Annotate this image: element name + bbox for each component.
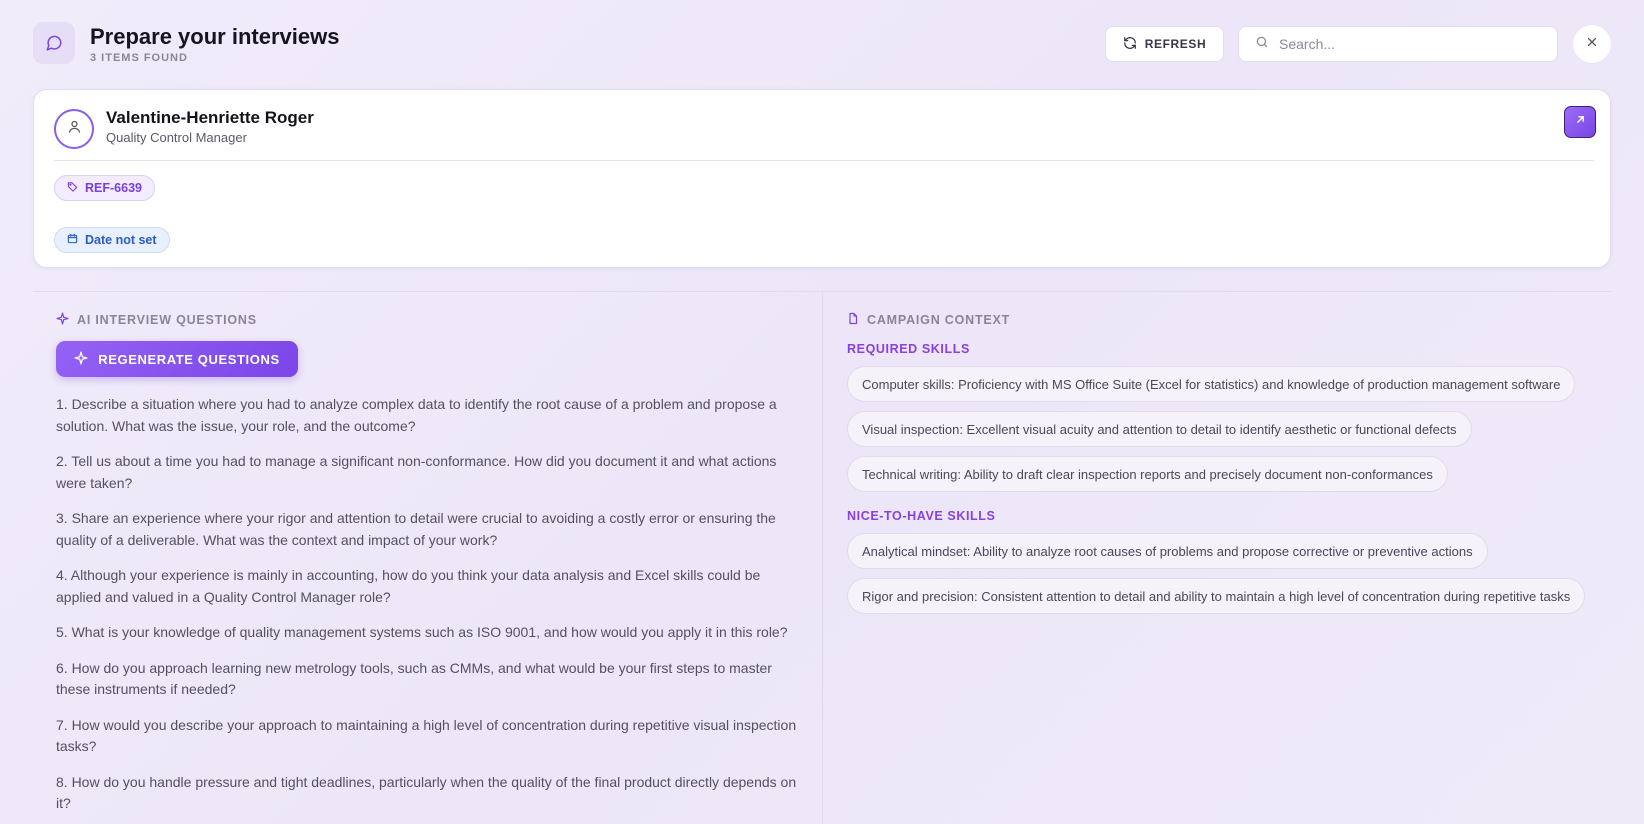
refresh-button[interactable]: REFRESH xyxy=(1105,26,1224,62)
close-button[interactable] xyxy=(1572,24,1612,64)
chat-bubble-icon xyxy=(33,22,75,64)
nice-skill-pill: Rigor and precision: Consistent attentio… xyxy=(847,578,1586,614)
user-icon xyxy=(67,119,82,139)
avatar xyxy=(54,109,94,149)
question-item: 2. Tell us about a time you had to manag… xyxy=(56,453,777,491)
calendar-icon xyxy=(67,233,78,247)
candidate-name: Valentine-Henriette Roger xyxy=(106,108,314,127)
search-icon xyxy=(1255,35,1269,54)
sparkle-icon xyxy=(74,351,88,368)
sparkle-icon xyxy=(56,312,69,328)
required-skill-pill: Visual inspection: Excellent visual acui… xyxy=(847,411,1472,447)
candidate-role: Quality Control Manager xyxy=(106,130,247,145)
date-label: Date not set xyxy=(85,233,157,247)
regenerate-questions-button[interactable]: REGENERATE QUESTIONS xyxy=(56,341,298,377)
refresh-label: REFRESH xyxy=(1144,37,1207,51)
search-input[interactable] xyxy=(1279,36,1539,52)
question-item: 7. How would you describe your approach … xyxy=(56,716,797,755)
open-candidate-button[interactable] xyxy=(1564,106,1596,138)
close-icon xyxy=(1585,35,1599,54)
candidate-card: Valentine-Henriette Roger Quality Contro… xyxy=(33,89,1611,268)
header: Prepare your interviews 3 ITEMS FOUND RE… xyxy=(0,0,1644,88)
page-title: Prepare your interviews xyxy=(90,24,340,49)
required-skill-pill: Technical writing: Ability to draft clea… xyxy=(847,456,1448,492)
questions-heading-label: AI INTERVIEW QUESTIONS xyxy=(77,313,257,327)
arrow-up-right-icon xyxy=(1574,113,1587,131)
column-divider xyxy=(822,292,823,824)
document-icon xyxy=(847,312,859,328)
regenerate-label: REGENERATE QUESTIONS xyxy=(98,351,280,367)
ref-label: REF-6639 xyxy=(85,181,142,195)
question-item: 4. Although your experience is mainly in… xyxy=(56,567,761,605)
search-box[interactable] xyxy=(1238,26,1558,62)
card-divider xyxy=(54,160,1594,161)
nice-skill-pill: Analytical mindset: Ability to analyze r… xyxy=(847,533,1488,569)
ref-badge: REF-6639 xyxy=(54,175,155,201)
campaign-heading-label: CAMPAIGN CONTEXT xyxy=(867,313,1011,327)
date-badge: Date not set xyxy=(54,227,170,253)
questions-heading: AI INTERVIEW QUESTIONS xyxy=(56,312,257,328)
question-item: 8. How do you handle pressure and tight … xyxy=(56,773,797,812)
campaign-heading: CAMPAIGN CONTEXT xyxy=(847,312,1010,328)
refresh-icon xyxy=(1123,36,1137,53)
required-skill-pill: Computer skills: Proficiency with MS Off… xyxy=(847,366,1576,402)
required-skills-label: REQUIRED SKILLS xyxy=(847,342,970,356)
items-count: 3 ITEMS FOUND xyxy=(90,52,188,64)
nice-skills-label: NICE-TO-HAVE SKILLS xyxy=(847,509,996,523)
question-item: 6. How do you approach learning new metr… xyxy=(56,659,772,698)
question-item: 1. Describe a situation where you had to… xyxy=(56,396,777,434)
question-item: 3. Share an experience where your rigor … xyxy=(56,510,776,548)
question-item: 5. What is your knowledge of quality man… xyxy=(56,624,788,640)
tag-icon xyxy=(67,181,78,195)
questions-list: 1. Describe a situation where you had to… xyxy=(56,394,802,824)
